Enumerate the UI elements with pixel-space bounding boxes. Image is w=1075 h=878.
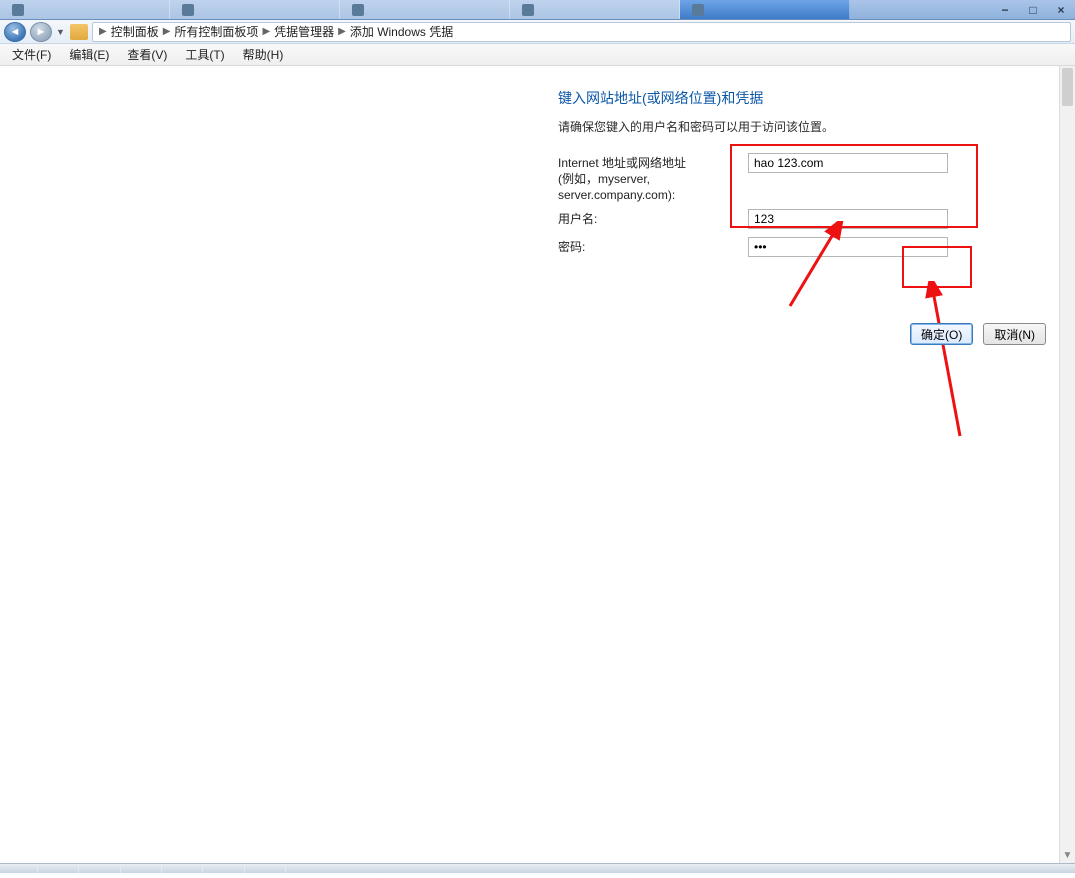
chevron-right-icon: ▶: [338, 26, 346, 37]
annotation-arrow-icon: [915, 281, 975, 441]
scroll-down-icon[interactable]: ▼: [1060, 847, 1075, 863]
taskbar-item[interactable]: [248, 866, 286, 875]
vertical-scrollbar[interactable]: ▲ ▼: [1059, 66, 1075, 863]
cancel-button[interactable]: 取消(N): [983, 323, 1046, 345]
favicon-icon: [12, 4, 24, 16]
page-title: 键入网站地址(或网络位置)和凭据: [558, 88, 1038, 108]
address-label: Internet 地址或网络地址 (例如，myserver, server.co…: [558, 153, 748, 203]
taskbar-item[interactable]: [83, 866, 121, 875]
scrollbar-thumb[interactable]: [1062, 68, 1073, 106]
credential-form: 键入网站地址(或网络位置)和凭据 请确保您键入的用户名和密码可以用于访问该位置。…: [558, 88, 1038, 259]
address-hint-text: (例如，myserver, server.company.com):: [558, 171, 748, 203]
nav-history-dropdown[interactable]: ▼: [56, 27, 66, 37]
menu-view[interactable]: 查看(V): [119, 44, 175, 65]
breadcrumb-add-windows-credential[interactable]: 添加 Windows 凭据: [350, 23, 453, 40]
taskbar-item[interactable]: [165, 866, 203, 875]
arrow-right-icon: ►: [36, 26, 47, 38]
arrow-left-icon: ◄: [10, 26, 21, 38]
chevron-right-icon: ▶: [163, 26, 171, 37]
explorer-nav: ◄ ► ▼ ▶ 控制面板 ▶ 所有控制面板项 ▶ 凭据管理器 ▶ 添加 Wind…: [0, 20, 1075, 44]
address-label-text: Internet 地址或网络地址: [558, 156, 686, 170]
taskbar-item[interactable]: [41, 866, 79, 875]
breadcrumb-all-items[interactable]: 所有控制面板项: [174, 23, 258, 40]
address-input[interactable]: [748, 153, 948, 173]
username-input[interactable]: [748, 209, 948, 229]
taskbar-item[interactable]: [0, 866, 38, 875]
browser-tab-4[interactable]: [510, 0, 680, 19]
window-close-button[interactable]: ×: [1047, 0, 1075, 19]
password-input[interactable]: [748, 237, 948, 257]
browser-tab-3[interactable]: [340, 0, 510, 19]
folder-icon: [70, 24, 88, 40]
nav-back-button[interactable]: ◄: [4, 22, 26, 42]
menu-edit[interactable]: 编辑(E): [61, 44, 117, 65]
favicon-icon: [522, 4, 534, 16]
breadcrumb-control-panel[interactable]: 控制面板: [111, 23, 159, 40]
window-minimize-button[interactable]: −: [991, 0, 1019, 19]
favicon-icon: [182, 4, 194, 16]
taskbar-item[interactable]: [124, 866, 162, 875]
browser-tab-5[interactable]: [680, 0, 850, 19]
browser-tab-2[interactable]: [170, 0, 340, 19]
ok-button[interactable]: 确定(O): [910, 323, 973, 345]
nav-forward-button[interactable]: ►: [30, 22, 52, 42]
taskbar-item[interactable]: [207, 866, 245, 875]
username-label: 用户名:: [558, 209, 748, 227]
menu-file[interactable]: 文件(F): [4, 44, 59, 65]
menu-help[interactable]: 帮助(H): [235, 44, 292, 65]
favicon-icon: [352, 4, 364, 16]
menubar: 文件(F) 编辑(E) 查看(V) 工具(T) 帮助(H): [0, 44, 1075, 66]
taskbar: [0, 863, 1075, 873]
chevron-right-icon: ▶: [262, 26, 270, 37]
page-subtitle: 请确保您键入的用户名和密码可以用于访问该位置。: [558, 118, 1038, 135]
chevron-right-icon: ▶: [99, 26, 107, 37]
browser-tab-1[interactable]: [0, 0, 170, 19]
breadcrumb-credential-manager[interactable]: 凭据管理器: [274, 23, 334, 40]
password-label: 密码:: [558, 237, 748, 255]
content-area: 键入网站地址(或网络位置)和凭据 请确保您键入的用户名和密码可以用于访问该位置。…: [0, 66, 1075, 863]
window-maximize-button[interactable]: □: [1019, 0, 1047, 19]
button-row: 确定(O) 取消(N): [910, 323, 1046, 345]
breadcrumb[interactable]: ▶ 控制面板 ▶ 所有控制面板项 ▶ 凭据管理器 ▶ 添加 Windows 凭据: [92, 22, 1071, 42]
browser-tabstrip: − □ ×: [0, 0, 1075, 20]
favicon-icon: [692, 4, 704, 16]
menu-tools[interactable]: 工具(T): [177, 44, 232, 65]
